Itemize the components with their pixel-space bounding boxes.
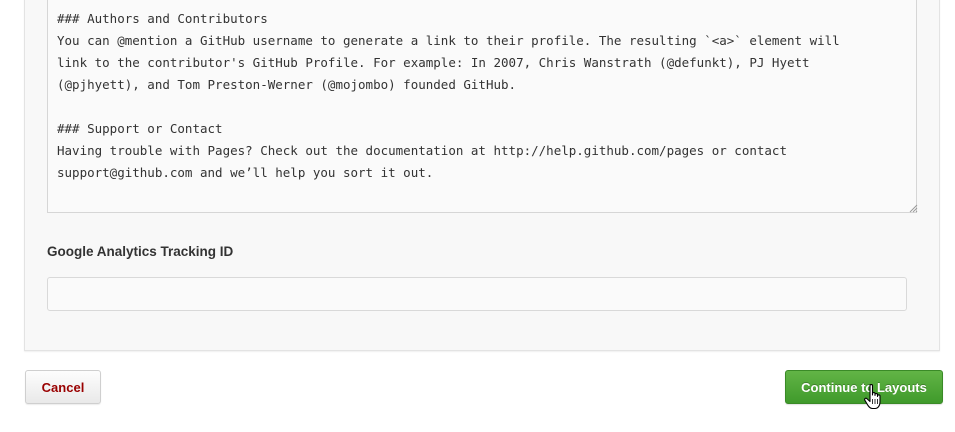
resize-grip-icon[interactable] xyxy=(908,203,918,213)
page-body-textarea[interactable]: ### Authors and Contributors You can @me… xyxy=(47,0,917,213)
analytics-tracking-input[interactable] xyxy=(47,277,907,311)
continue-to-layouts-button[interactable]: Continue to Layouts xyxy=(785,370,943,404)
cancel-button[interactable]: Cancel xyxy=(25,370,101,404)
analytics-tracking-label: Google Analytics Tracking ID xyxy=(47,244,234,259)
page-settings-panel: ### Authors and Contributors You can @me… xyxy=(24,0,940,351)
